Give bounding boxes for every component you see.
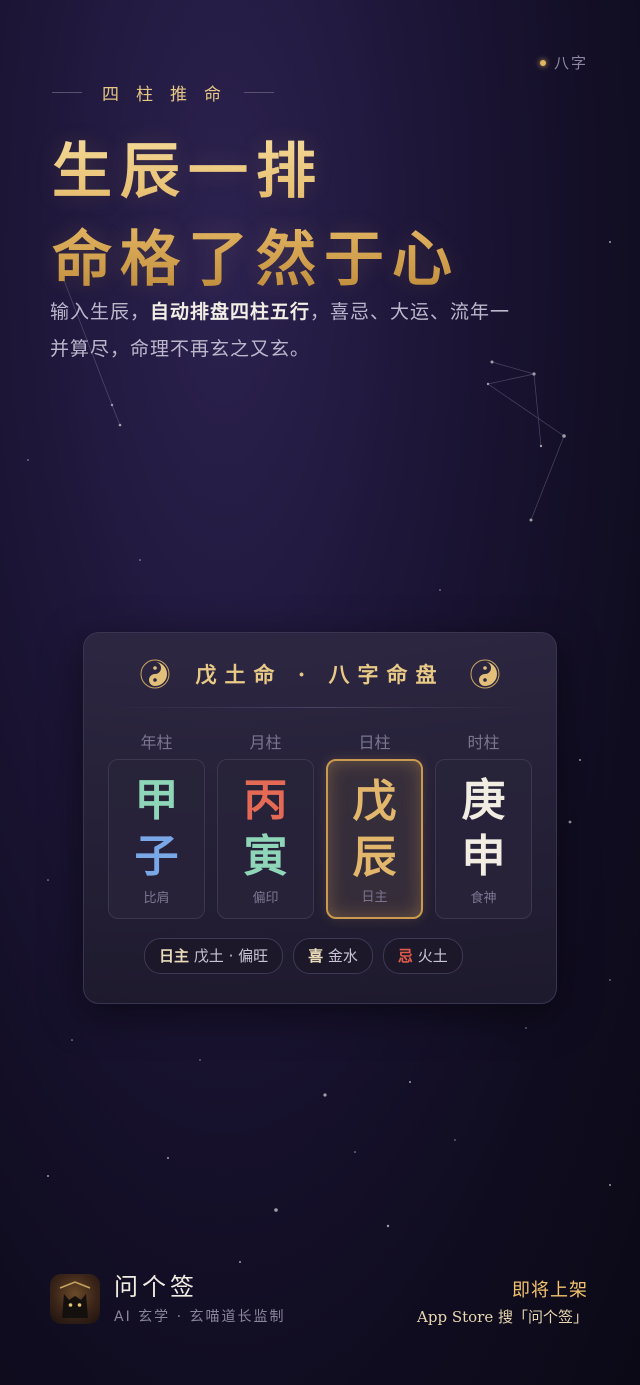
- indicator-dot: [539, 59, 546, 66]
- chart-summary-tags: 日主 戊土 · 偏旺 喜 金水 忌 火土: [144, 938, 463, 974]
- heavenly-stem: 庚: [461, 775, 506, 826]
- tag-key: 喜: [308, 947, 324, 965]
- app-logo: [50, 1274, 100, 1324]
- pillar-label: 日柱: [358, 733, 391, 752]
- launch-notice: 即将上架 App Store 搜「问个签」: [417, 1276, 588, 1327]
- description-highlight: 自动排盘四柱五行: [150, 301, 311, 323]
- app-subtitle: AI 玄学 · 玄喵道长监制: [114, 1309, 286, 1325]
- app-store-hint: App Store 搜「问个签」: [417, 1308, 588, 1326]
- page-headline: 生辰一排 命格了然于心: [52, 128, 460, 304]
- cat-mascot-icon: [59, 1281, 91, 1318]
- card-divider: [108, 707, 532, 708]
- description-part-1: 输入生辰，: [50, 301, 151, 323]
- earthly-branch: 申: [461, 831, 506, 882]
- coming-soon-label: 即将上架: [512, 1280, 588, 1301]
- pillar-month: 月柱 丙 寅 偏印: [217, 729, 314, 919]
- pillar-hour: 时柱 庚 申 食神: [435, 729, 532, 919]
- pillar-box-day-master: 戊 辰 日主: [326, 759, 423, 919]
- ten-god-label: 偏印: [252, 891, 279, 906]
- yin-yang-icon: [140, 659, 170, 689]
- pillar-box: 甲 子 比肩: [108, 759, 205, 919]
- kicker-line-left: [52, 92, 82, 93]
- app-brand: 问个签 AI 玄学 · 玄喵道长监制: [50, 1272, 286, 1326]
- heavenly-stem: 丙: [243, 775, 288, 826]
- day-master-tag: 日主 戊土 · 偏旺: [144, 938, 284, 974]
- tag-value: 火土: [417, 947, 448, 965]
- tag-value: 金水: [327, 947, 358, 965]
- kicker-label: 四柱推命: [102, 85, 238, 105]
- pillar-year: 年柱 甲 子 比肩: [108, 729, 205, 919]
- headline-line-2: 命格了然于心: [52, 225, 460, 295]
- heavenly-stem: 甲: [134, 775, 179, 826]
- heavenly-stem: 戊: [352, 776, 397, 827]
- headline-line-1: 生辰一排: [52, 137, 324, 207]
- earthly-branch: 辰: [352, 832, 397, 883]
- bazi-chart-card: 戊土命 · 八字命盘 年柱 甲 子 比肩 月柱 丙 寅 偏印 日柱 戊 辰 日主…: [83, 632, 557, 1004]
- pillar-box: 丙 寅 偏印: [217, 759, 314, 919]
- earthly-branch: 子: [134, 831, 179, 882]
- kicker-line-right: [244, 92, 274, 93]
- pillar-label: 年柱: [140, 733, 173, 752]
- unfavorable-tag: 忌 火土: [382, 938, 463, 974]
- pillar-box: 庚 申 食神: [435, 759, 532, 919]
- ten-god-label: 比肩: [143, 891, 170, 906]
- favorable-tag: 喜 金水: [293, 938, 373, 974]
- category-label: 八字: [553, 54, 588, 72]
- tag-key: 日主: [159, 947, 190, 965]
- pillars-row: 年柱 甲 子 比肩 月柱 丙 寅 偏印 日柱 戊 辰 日主 时柱 庚 申 食神: [108, 729, 532, 919]
- card-header: 戊土命 · 八字命盘: [84, 659, 556, 689]
- earthly-branch: 寅: [243, 831, 288, 882]
- tag-key: 忌: [397, 947, 413, 965]
- ten-god-label: 日主: [361, 890, 388, 905]
- pillar-label: 时柱: [467, 733, 500, 752]
- section-kicker: 四柱推命: [52, 80, 274, 105]
- ten-god-label: 食神: [470, 891, 497, 906]
- tag-value: 戊土 · 偏旺: [193, 947, 269, 965]
- description: 输入生辰，自动排盘四柱五行，喜忌、大运、流年一并算尽，命理不再玄之又玄。: [50, 294, 520, 368]
- card-title: 戊土命 · 八字命盘: [195, 662, 445, 687]
- pillar-day: 日柱 戊 辰 日主: [326, 729, 423, 919]
- yin-yang-icon: [470, 659, 500, 689]
- category-indicator: 八字: [539, 52, 588, 73]
- app-name: 问个签: [114, 1273, 198, 1301]
- pillar-label: 月柱: [249, 733, 282, 752]
